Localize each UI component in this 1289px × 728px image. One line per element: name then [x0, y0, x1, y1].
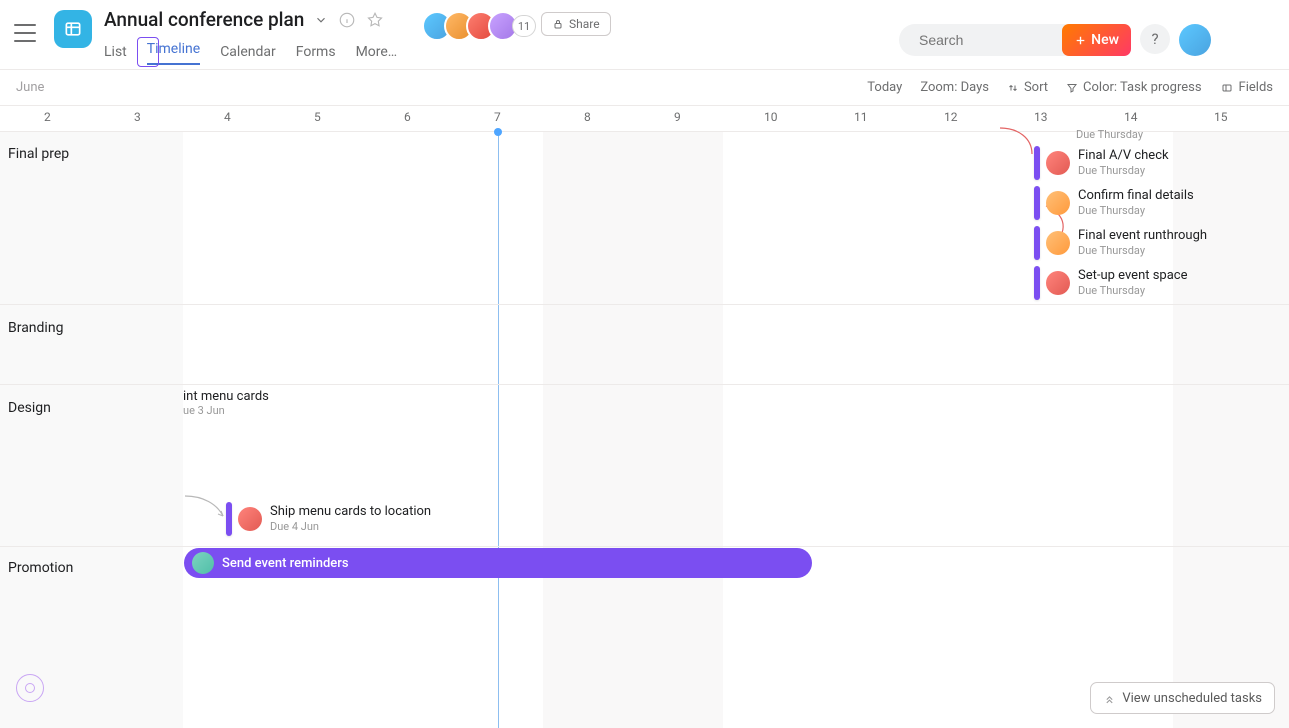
task-name: Final A/V check — [1078, 149, 1169, 163]
weekend-band — [0, 132, 183, 728]
search-input[interactable] — [899, 24, 1079, 56]
share-button-label: Share — [569, 17, 600, 31]
task-due: ue 3 Jun — [183, 404, 269, 417]
member-avatars[interactable]: 11 — [422, 11, 536, 41]
zoom-selector[interactable]: Zoom: Days — [920, 80, 989, 95]
task-ship-menu-cards[interactable]: Ship menu cards to location Due 4 Jun — [226, 502, 431, 536]
date-label: 15 — [1214, 110, 1228, 124]
assignee-avatar — [1046, 151, 1070, 175]
task-pill — [226, 502, 232, 536]
footer-button-label: View unscheduled tasks — [1122, 691, 1262, 706]
task-final-event-runthrough[interactable]: Final event runthrough Due Thursday — [1034, 226, 1207, 260]
tab-more[interactable]: More… — [356, 40, 398, 66]
section-divider — [0, 304, 1289, 305]
task-pill — [1034, 266, 1040, 300]
project-title[interactable]: Annual conference plan — [104, 8, 304, 31]
tab-forms[interactable]: Forms — [296, 40, 336, 66]
assignee-avatar — [1046, 271, 1070, 295]
timeline-toolbar: June Today Zoom: Days Sort Color: Task p… — [0, 70, 1289, 106]
date-label: 11 — [854, 110, 868, 124]
help-button[interactable]: ? — [1140, 24, 1170, 54]
menu-icon[interactable] — [14, 24, 36, 42]
task-due: Due 4 Jun — [270, 520, 431, 533]
assignee-avatar — [238, 507, 262, 531]
task-pill — [1034, 226, 1040, 260]
filter-icon — [1066, 82, 1078, 94]
section-label-branding[interactable]: Branding — [8, 320, 63, 336]
task-send-event-reminders[interactable]: Send event reminders — [184, 548, 812, 578]
info-icon[interactable] — [338, 11, 356, 29]
view-tabs: List Timeline Calendar Forms More… — [104, 40, 397, 66]
date-label: 4 — [224, 110, 231, 124]
date-label: 3 — [134, 110, 141, 124]
task-pill — [1034, 186, 1040, 220]
date-label: 7 — [494, 110, 501, 124]
share-button[interactable]: Share — [541, 12, 611, 36]
view-unscheduled-tasks-button[interactable]: View unscheduled tasks — [1090, 682, 1275, 714]
task-due-partial: Due Thursday — [1076, 128, 1143, 141]
new-button-label: New — [1091, 32, 1119, 48]
task-setup-event-space[interactable]: Set-up event space Due Thursday — [1034, 266, 1188, 300]
task-name: Final event runthrough — [1078, 229, 1207, 243]
sort-icon — [1007, 82, 1019, 94]
tab-highlight-box — [137, 37, 159, 67]
tab-calendar[interactable]: Calendar — [220, 40, 276, 66]
chevrons-up-icon — [1103, 692, 1116, 705]
task-name: Ship menu cards to location — [270, 505, 431, 519]
today-marker — [498, 132, 499, 728]
section-divider — [0, 384, 1289, 385]
tab-list[interactable]: List — [104, 40, 127, 66]
task-final-av-check[interactable]: Final A/V check Due Thursday — [1034, 146, 1169, 180]
section-label-promotion[interactable]: Promotion — [8, 560, 73, 576]
plus-icon — [1074, 34, 1087, 47]
record-indicator-icon[interactable] — [16, 674, 44, 702]
section-label-design[interactable]: Design — [8, 400, 51, 416]
date-label: 12 — [944, 110, 958, 124]
date-label: 8 — [584, 110, 591, 124]
date-label: 2 — [44, 110, 51, 124]
today-button[interactable]: Today — [867, 80, 902, 95]
user-avatar[interactable] — [1179, 24, 1211, 56]
assignee-avatar — [1046, 191, 1070, 215]
timeline-grid[interactable]: Final prep Branding Design Promotion Due… — [0, 132, 1289, 728]
assignee-avatar — [1046, 231, 1070, 255]
star-icon[interactable] — [366, 11, 384, 29]
date-label: 9 — [674, 110, 681, 124]
date-label: 6 — [404, 110, 411, 124]
weekend-band — [1173, 132, 1289, 728]
avatar-overflow-count[interactable]: 11 — [512, 15, 536, 37]
fields-button[interactable]: Fields — [1220, 80, 1273, 95]
section-divider — [0, 546, 1289, 547]
fields-icon — [1220, 82, 1234, 94]
task-pill — [1034, 146, 1040, 180]
task-name: Confirm final details — [1078, 189, 1194, 203]
task-name: Send event reminders — [222, 556, 349, 571]
assignee-avatar — [192, 552, 214, 574]
top-header: Annual conference plan 11 Share New ? Li… — [0, 0, 1289, 70]
date-label: 5 — [314, 110, 321, 124]
task-due: Due Thursday — [1078, 244, 1207, 257]
date-label: 10 — [764, 110, 778, 124]
date-label: 13 — [1034, 110, 1048, 124]
weekend-band — [543, 132, 723, 728]
today-dot-icon — [494, 128, 502, 136]
date-label: 14 — [1124, 110, 1138, 124]
task-due: Due Thursday — [1078, 164, 1169, 177]
task-due: Due Thursday — [1078, 284, 1188, 297]
task-name: Set-up event space — [1078, 269, 1188, 283]
project-icon[interactable] — [54, 10, 92, 48]
month-label: June — [16, 80, 44, 95]
task-confirm-final-details[interactable]: Confirm final details Due Thursday — [1034, 186, 1194, 220]
lock-icon — [552, 18, 564, 30]
task-name: int menu cards — [183, 390, 269, 404]
task-due: Due Thursday — [1078, 204, 1194, 217]
section-label-final-prep[interactable]: Final prep — [8, 146, 69, 162]
new-button[interactable]: New — [1062, 24, 1131, 56]
sort-button[interactable]: Sort — [1007, 80, 1048, 95]
color-button[interactable]: Color: Task progress — [1066, 80, 1202, 95]
task-print-menu-cards-partial[interactable]: int menu cards ue 3 Jun — [183, 390, 269, 417]
chevron-down-icon[interactable] — [314, 13, 328, 27]
